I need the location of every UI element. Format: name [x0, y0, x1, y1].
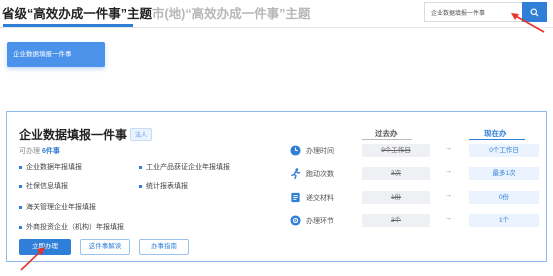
running-icon: [291, 168, 301, 179]
comparison-label: 跑动次数: [306, 171, 334, 178]
search-input[interactable]: [424, 2, 522, 22]
before-value: 1份: [362, 191, 430, 204]
arrow-right-icon: →: [445, 145, 452, 152]
card-title: 企业数据填报一件事: [19, 128, 128, 142]
search-box: [424, 2, 547, 22]
list-item[interactable]: 统计报表填报: [139, 181, 188, 191]
now-value: 0份: [469, 191, 539, 204]
list-item[interactable]: 社保信息填报: [19, 181, 68, 191]
active-tab-indicator: [3, 24, 133, 27]
workflow-icon: [290, 215, 301, 226]
interpretation-button[interactable]: 这件事解读: [80, 239, 130, 255]
comparison-label: 递交材料: [306, 195, 334, 202]
top-theme-button[interactable]: 企业数据填报一件事: [7, 42, 105, 67]
now-value: 最多1次: [469, 167, 539, 180]
handle-now-button[interactable]: 立即办理: [19, 239, 71, 255]
now-header-underline: [469, 139, 525, 140]
before-column-header: 过去办: [375, 129, 398, 138]
document-icon: [291, 192, 300, 203]
legal-person-tag: 法人: [130, 128, 153, 141]
comparison-row: 办理时间 9个工作日 → 0个工作日: [7, 144, 548, 158]
search-icon: [530, 7, 539, 17]
clock-icon: [290, 145, 301, 156]
comparison-label: 办理时间: [306, 148, 334, 155]
arrow-right-icon: →: [445, 168, 452, 175]
comparison-row: 办理环节 3个 → 1个: [7, 214, 548, 228]
before-value: 3个: [362, 214, 430, 227]
before-header-underline: [362, 139, 412, 140]
now-value: 0个工作日: [469, 144, 539, 157]
arrow-right-icon: →: [445, 215, 452, 222]
comparison-row: 跑动次数 3次 → 最多1次: [7, 167, 548, 181]
search-button[interactable]: [522, 2, 547, 22]
now-column-header: 现在办: [484, 129, 507, 138]
comparison-row: 递交材料 1份 → 0份: [7, 191, 548, 205]
before-value: 9个工作日: [362, 144, 430, 157]
before-value: 3次: [362, 167, 430, 180]
arrow-right-icon: →: [445, 192, 452, 199]
tab-city-theme[interactable]: 市(地)“高效办成一件事”主题: [152, 3, 310, 22]
comparison-label: 办理环节: [306, 218, 334, 225]
now-value: 1个: [469, 214, 539, 227]
service-card: 企业数据填报一件事 法人 可办理 6件事 企业数据年报填报 工业产品获证企业年报…: [6, 111, 547, 262]
guide-button[interactable]: 办事指南: [139, 239, 189, 255]
tab-province-theme[interactable]: 省级“高效办成一件事”主题: [2, 3, 152, 22]
